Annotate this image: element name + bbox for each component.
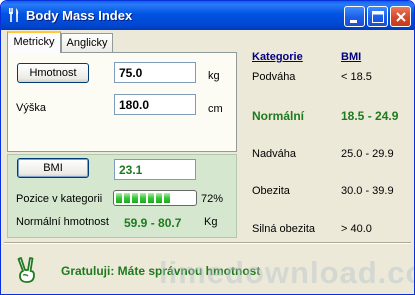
minimize-icon <box>350 20 357 23</box>
client-area: Metricky Anglicky Hmotnost 75.0 kg Výška… <box>4 30 414 292</box>
category-name-obesity: Obezita <box>252 185 290 197</box>
normal-weight-value: 59.9 - 80.7 <box>124 216 182 230</box>
height-unit-label: cm <box>208 103 223 115</box>
progress-block <box>148 193 154 203</box>
category-range-severe-obesity: > 40.0 <box>341 223 372 235</box>
fork-knife-icon <box>9 8 19 22</box>
progress-block <box>156 193 162 203</box>
app-window: Body Mass Index Metricky Anglicky Hmotno… <box>0 0 415 295</box>
maximize-button[interactable] <box>367 6 388 27</box>
category-range-obesity: 30.0 - 39.9 <box>341 185 394 197</box>
tab-metric[interactable]: Metricky <box>7 31 61 53</box>
height-label: Výška <box>16 102 46 114</box>
maximize-icon <box>372 11 384 23</box>
progress-block <box>140 193 146 203</box>
close-button[interactable] <box>390 6 411 27</box>
normal-weight-unit: Kg <box>204 216 218 228</box>
category-column-header: Kategorie <box>252 51 303 63</box>
category-name-overweight: Nadváha <box>252 148 297 160</box>
category-range-overweight: 25.0 - 29.9 <box>341 148 394 160</box>
progress-block <box>116 193 122 203</box>
category-range-underweight: < 18.5 <box>341 71 372 83</box>
window-title: Body Mass Index <box>26 8 133 23</box>
category-position-percent: 72% <box>201 193 224 205</box>
status-message: Gratuluji: Máte správnou hmotnost <box>61 264 261 278</box>
progress-block <box>164 193 170 203</box>
weight-unit-label: kg <box>208 70 220 82</box>
category-position-progress <box>113 190 197 206</box>
category-range-normal: 18.5 - 24.9 <box>341 109 399 123</box>
category-name-underweight: Podváha <box>252 71 296 83</box>
tab-imperial[interactable]: Anglicky <box>61 33 113 52</box>
height-field[interactable]: 180.0 <box>114 94 196 115</box>
weight-field[interactable]: 75.0 <box>114 62 196 83</box>
progress-block <box>124 193 130 203</box>
close-icon <box>396 12 406 22</box>
normal-weight-label: Normální hmotnost <box>16 216 109 228</box>
category-position-label: Pozice v kategorii <box>16 193 103 205</box>
minimize-button[interactable] <box>344 6 365 27</box>
status-divider <box>4 242 411 243</box>
title-bar[interactable]: Body Mass Index <box>1 1 414 30</box>
bmi-column-header: BMI <box>341 51 362 63</box>
victory-hand-icon <box>17 257 35 283</box>
category-name-normal: Normální <box>252 109 305 123</box>
weight-button[interactable]: Hmotnost <box>17 63 89 83</box>
category-name-severe-obesity: Silná obezita <box>252 223 315 235</box>
progress-block <box>132 193 138 203</box>
bmi-result-field[interactable]: 23.1 <box>114 159 196 180</box>
progress-fill <box>116 193 194 203</box>
bmi-button[interactable]: BMI <box>17 158 89 178</box>
